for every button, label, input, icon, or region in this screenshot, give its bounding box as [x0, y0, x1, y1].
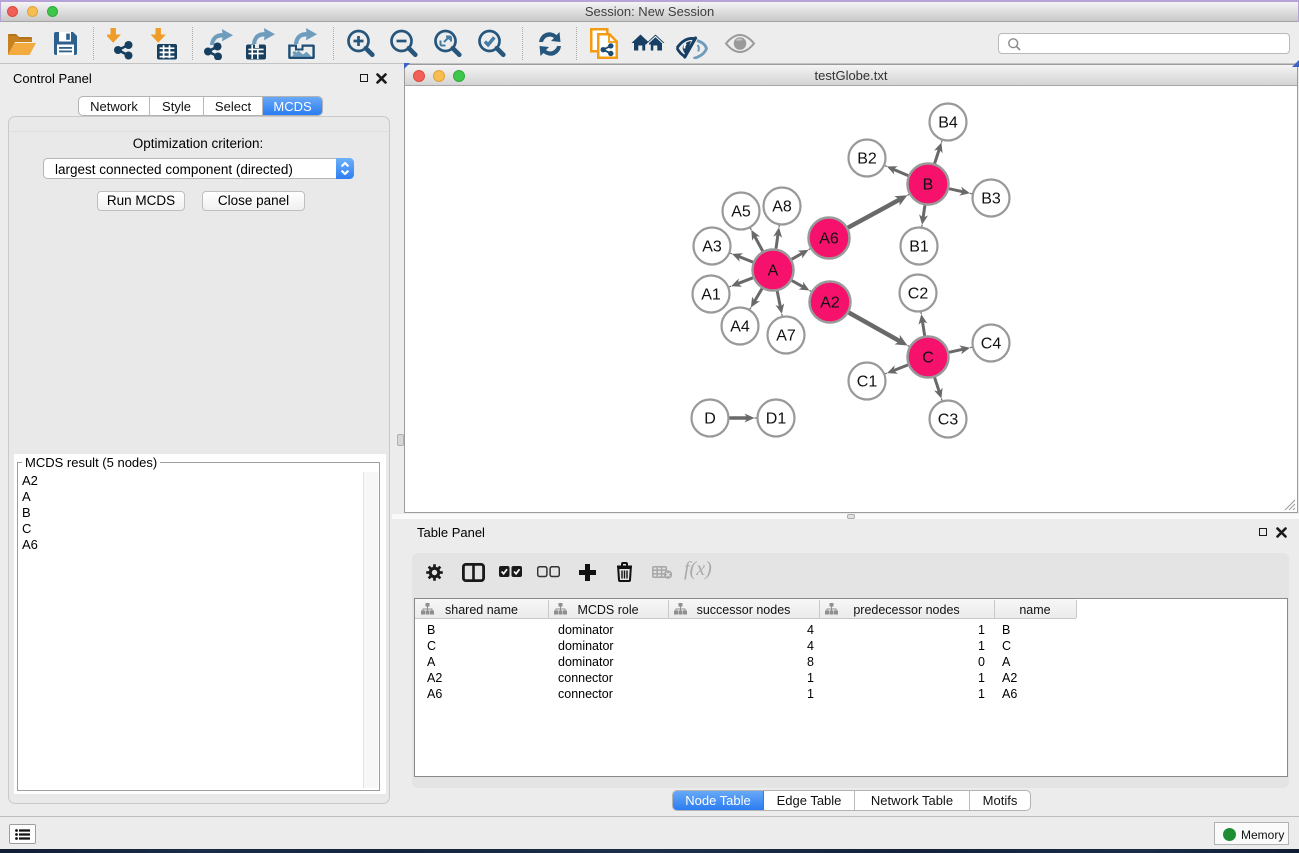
svg-text:C3: C3 [938, 412, 959, 429]
svg-text:A: A [768, 263, 779, 280]
svg-text:C1: C1 [857, 374, 878, 391]
svg-text:A4: A4 [730, 319, 750, 336]
svg-text:C2: C2 [908, 286, 929, 303]
svg-text:D1: D1 [766, 411, 787, 428]
svg-text:B3: B3 [981, 191, 1001, 208]
svg-text:B1: B1 [909, 239, 929, 256]
svg-text:A3: A3 [702, 239, 722, 256]
svg-text:A1: A1 [701, 287, 721, 304]
svg-text:B: B [923, 177, 934, 194]
svg-text:B2: B2 [857, 151, 877, 168]
svg-text:A5: A5 [731, 204, 751, 221]
svg-text:A8: A8 [772, 199, 792, 216]
svg-text:B4: B4 [938, 115, 958, 132]
svg-text:C: C [922, 350, 934, 367]
svg-text:A7: A7 [776, 328, 796, 345]
svg-text:C4: C4 [981, 336, 1002, 353]
svg-text:A6: A6 [819, 231, 839, 248]
svg-text:D: D [704, 411, 716, 428]
svg-text:A2: A2 [820, 295, 840, 312]
